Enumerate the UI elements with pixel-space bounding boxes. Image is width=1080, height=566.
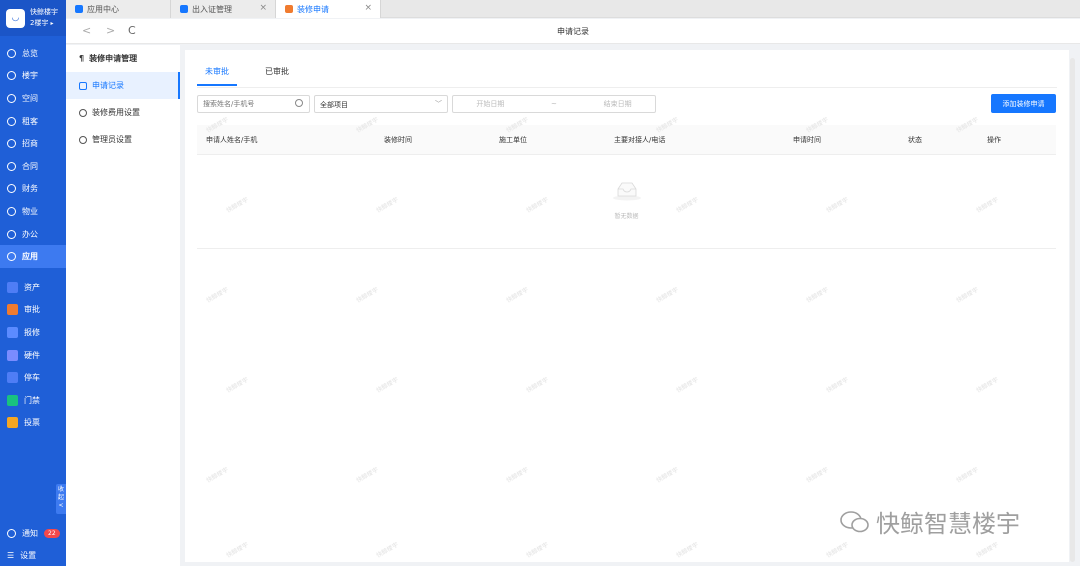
- app-item-parking[interactable]: 停车: [0, 366, 66, 389]
- bell-icon: [7, 528, 16, 538]
- clipboard-icon: [79, 81, 87, 90]
- app-shortcuts: 资产 审批 报修 硬件 停车 门禁 投票: [0, 276, 66, 434]
- nav-item-tenant[interactable]: 租客: [0, 110, 66, 133]
- collapse-sidebar-button[interactable]: 收起 <: [56, 484, 66, 514]
- brand-sub: 2楼宇 ▸: [30, 19, 54, 27]
- fee-icon: [79, 108, 87, 117]
- main-sidebar: ◡ 快鲸楼宇 2楼宇 ▸ 总览 楼宇 空间 租客 招商 合同 财务 物业 办公 应…: [0, 0, 66, 566]
- hardware-icon: [7, 349, 18, 361]
- start-date[interactable]: 开始日期: [476, 99, 504, 109]
- apps-icon: [7, 252, 16, 262]
- wechat-icon: [840, 510, 869, 532]
- settings-button[interactable]: ☰ 设置: [0, 544, 66, 566]
- nav-item-property[interactable]: 物业: [0, 200, 66, 223]
- tab-bar: 应用中心 出入证管理 × 装修申请 ×: [66, 0, 1080, 18]
- main-panel: 未审批 已审批 全部项目﹀ 开始日期 ~ 结束日期 添加装修申请 申请人姓名/手…: [185, 50, 1069, 562]
- sub-sidebar: ¶ 装修申请管理 申请记录 装修费用设置 管理员设置: [66, 45, 180, 566]
- property-icon: [7, 206, 16, 216]
- approval-icon: [7, 304, 18, 316]
- leasing-icon: [7, 139, 16, 149]
- office-icon: [7, 229, 16, 239]
- close-icon[interactable]: ×: [259, 3, 267, 13]
- nav-item-office[interactable]: 办公: [0, 223, 66, 246]
- col-renovation-time: 装修时间: [384, 136, 412, 144]
- brand-switcher[interactable]: ◡ 快鲸楼宇 2楼宇 ▸: [0, 0, 66, 36]
- nav-menu: 总览 楼宇 空间 租客 招商 合同 财务 物业 办公 应用: [0, 42, 66, 268]
- contract-icon: [7, 161, 16, 171]
- nav-item-overview[interactable]: 总览: [0, 42, 66, 65]
- nav-item-contract[interactable]: 合同: [0, 155, 66, 178]
- empty-box-icon: [613, 182, 641, 201]
- col-actions: 操作: [987, 136, 1001, 144]
- table-header: 申请人姓名/手机 装修时间 施工单位 主要对接人/电话 申请时间 状态 操作: [197, 125, 1056, 155]
- renovation-icon: [285, 5, 293, 13]
- subnav-item-fees[interactable]: 装修费用设置: [66, 99, 180, 126]
- title-bar: < > C 申请记录: [66, 19, 1080, 44]
- date-separator: ~: [551, 100, 557, 108]
- add-renovation-button[interactable]: 添加装修申请: [991, 94, 1056, 113]
- asset-icon: [7, 281, 18, 293]
- app-center-icon: [75, 5, 83, 13]
- close-icon[interactable]: ×: [364, 3, 372, 13]
- overview-icon: [7, 48, 16, 58]
- subnav-item-records[interactable]: 申请记录: [66, 72, 180, 99]
- search-input[interactable]: [197, 95, 310, 113]
- tab-app-center[interactable]: 应用中心: [66, 0, 171, 18]
- status-tabs: 未审批 已审批: [197, 62, 297, 86]
- space-icon: [7, 93, 16, 103]
- pass-icon: [180, 5, 188, 13]
- nav-item-apps[interactable]: 应用: [0, 245, 66, 268]
- col-applicant: 申请人姓名/手机: [206, 136, 258, 144]
- whale-logo-icon: ◡: [6, 8, 25, 28]
- project-select[interactable]: 全部项目 ﹀: [314, 95, 448, 113]
- app-item-repair[interactable]: 报修: [0, 321, 66, 344]
- subnav-heading: ¶ 装修申请管理: [79, 54, 138, 63]
- app-item-asset[interactable]: 资产: [0, 276, 66, 299]
- brand-watermark: 快鲸智慧楼宇: [840, 504, 1020, 539]
- chevron-down-icon: ﹀: [435, 100, 442, 108]
- tab-pending[interactable]: 未审批: [197, 62, 237, 86]
- nav-item-space[interactable]: 空间: [0, 87, 66, 110]
- app-item-vote[interactable]: 投票: [0, 412, 66, 435]
- col-contact: 主要对接人/电话: [614, 136, 666, 144]
- repair-icon: [7, 326, 18, 338]
- empty-state: 暂无数据: [197, 155, 1056, 249]
- app-item-hardware[interactable]: 硬件: [0, 344, 66, 367]
- finance-icon: [7, 184, 16, 194]
- search-icon[interactable]: [295, 99, 303, 107]
- tenant-icon: [7, 116, 16, 126]
- brand-name: 快鲸楼宇: [30, 8, 58, 16]
- col-status: 状态: [908, 136, 922, 144]
- menu-icon: ☰: [7, 550, 15, 560]
- col-contractor: 施工单位: [499, 136, 527, 144]
- notification-count-badge: 22: [44, 528, 60, 538]
- tab-pass-management[interactable]: 出入证管理 ×: [171, 0, 276, 18]
- page-title: 申请记录: [557, 27, 589, 36]
- app-item-approval[interactable]: 审批: [0, 299, 66, 322]
- tab-approved[interactable]: 已审批: [257, 62, 297, 86]
- nav-item-leasing[interactable]: 招商: [0, 132, 66, 155]
- nav-item-finance[interactable]: 财务: [0, 178, 66, 201]
- tab-renovation-request[interactable]: 装修申请 ×: [276, 0, 381, 18]
- date-range-picker[interactable]: 开始日期 ~ 结束日期: [452, 95, 656, 113]
- end-date[interactable]: 结束日期: [604, 99, 632, 109]
- empty-text: 暂无数据: [614, 213, 639, 220]
- app-item-access[interactable]: 门禁: [0, 389, 66, 412]
- scrollbar[interactable]: [1070, 58, 1075, 562]
- user-settings-icon: [79, 135, 87, 144]
- paint-roller-icon: ¶: [79, 54, 85, 63]
- access-icon: [7, 394, 18, 406]
- building-icon: [7, 71, 16, 81]
- parking-icon: [7, 372, 18, 384]
- vote-icon: [7, 417, 18, 429]
- nav-item-building[interactable]: 楼宇: [0, 65, 66, 88]
- subnav-item-admins[interactable]: 管理员设置: [66, 126, 180, 153]
- notifications-button[interactable]: 通知 22: [0, 522, 66, 544]
- col-apply-time: 申请时间: [793, 136, 821, 144]
